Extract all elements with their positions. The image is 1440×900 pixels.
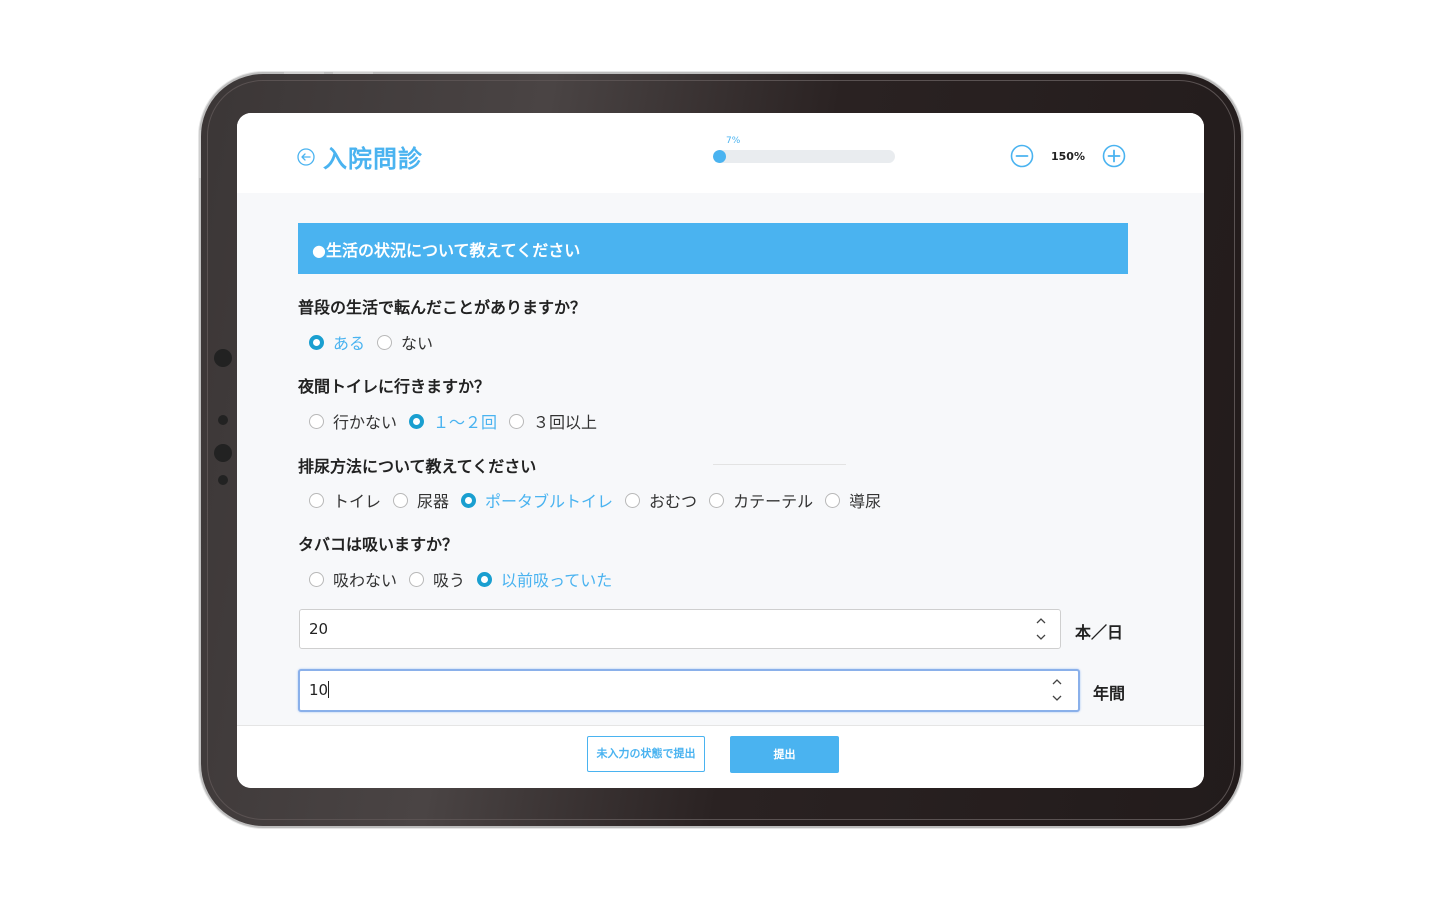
- option-urination-catheter[interactable]: カテーテル: [709, 488, 813, 512]
- option-label: トイレ: [333, 492, 382, 511]
- option-smoking-yes[interactable]: 吸う: [409, 567, 465, 591]
- cigarettes-per-day-value: 20: [309, 620, 329, 638]
- camera-dot-1: [214, 349, 232, 367]
- zoom-level: 150%: [1051, 150, 1085, 163]
- option-night-1-2[interactable]: １～２回: [409, 409, 497, 433]
- section-title: ●生活の状況について教えてください: [312, 241, 581, 260]
- options-night-toilet: 行かない １～２回 ３回以上: [309, 409, 609, 433]
- options-smoking: 吸わない 吸う 以前吸っていた: [309, 567, 624, 591]
- option-label: 吸う: [433, 571, 466, 590]
- years-smoked-value: 10: [309, 681, 330, 699]
- option-night-none[interactable]: 行かない: [309, 409, 397, 433]
- option-night-3plus[interactable]: ３回以上: [509, 409, 597, 433]
- radio-button[interactable]: [309, 571, 324, 587]
- progress-percent: 7%: [726, 136, 741, 146]
- radio-button[interactable]: [477, 571, 493, 587]
- option-label: 行かない: [333, 413, 398, 432]
- question-smoking: タバコは吸いますか？: [298, 535, 459, 554]
- option-urination-catheterization[interactable]: 導尿: [825, 488, 881, 512]
- question-fall: 普段の生活で転んだことがありますか？: [298, 298, 587, 317]
- radio-button[interactable]: [509, 413, 525, 429]
- submit-button[interactable]: 提出: [730, 736, 839, 773]
- tablet-side-button: [199, 130, 201, 178]
- submit-incomplete-button[interactable]: 未入力の状態で提出: [587, 736, 705, 772]
- tablet-top-button-1: [284, 72, 324, 74]
- radio-button[interactable]: [377, 334, 393, 350]
- page-title: 入院問診: [323, 145, 423, 173]
- radio-button[interactable]: [309, 492, 324, 508]
- option-label: 吸わない: [333, 571, 398, 590]
- question-urination: 排尿方法について教えてください: [298, 457, 537, 476]
- options-fall: ある ない: [309, 330, 445, 354]
- back-arrow-icon[interactable]: [297, 148, 315, 166]
- option-urination-portable[interactable]: ポータブルトイレ: [461, 488, 613, 512]
- radio-button[interactable]: [461, 492, 477, 508]
- options-urination: トイレ 尿器 ポータブルトイレ おむつ カテーテル 導尿: [309, 488, 893, 512]
- radio-button[interactable]: [709, 492, 725, 508]
- zoom-in-icon[interactable]: [1102, 144, 1126, 168]
- number-spinner-icon[interactable]: [1050, 673, 1064, 707]
- header: 入院問診 7% 150%: [237, 113, 1204, 193]
- radio-button[interactable]: [625, 492, 641, 508]
- option-label: 尿器: [417, 492, 450, 511]
- option-urination-diaper[interactable]: おむつ: [625, 488, 697, 512]
- radio-button[interactable]: [309, 334, 324, 350]
- per-day-unit: 本／日: [1075, 623, 1124, 642]
- option-label: おむつ: [649, 492, 698, 511]
- option-label: ある: [333, 334, 366, 353]
- radio-button[interactable]: [393, 492, 409, 508]
- text-caret: [328, 681, 330, 698]
- option-urination-urinal[interactable]: 尿器: [393, 488, 449, 512]
- option-label: ない: [401, 334, 434, 353]
- camera-dot-2: [218, 415, 228, 425]
- number-spinner-icon[interactable]: [1034, 612, 1048, 646]
- option-urination-toilet[interactable]: トイレ: [309, 488, 381, 512]
- option-smoking-no[interactable]: 吸わない: [309, 567, 397, 591]
- radio-button[interactable]: [825, 492, 841, 508]
- progress-bar: [713, 150, 895, 163]
- question-night-toilet: 夜間トイレに行きますか？: [298, 377, 491, 396]
- radio-button[interactable]: [409, 413, 425, 429]
- radio-button[interactable]: [409, 571, 425, 587]
- section-banner: ●生活の状況について教えてください: [298, 223, 1128, 274]
- years-smoked-input[interactable]: 10: [298, 669, 1080, 712]
- option-label: ポータブルトイレ: [485, 492, 614, 511]
- radio-button[interactable]: [309, 413, 324, 429]
- option-label: 導尿: [849, 492, 882, 511]
- years-unit: 年間: [1093, 684, 1126, 703]
- option-label: ３回以上: [533, 413, 598, 432]
- footer-bar: 未入力の状態で提出 提出: [237, 725, 1204, 788]
- cigarettes-per-day-input[interactable]: 20: [299, 609, 1061, 649]
- option-label: 以前吸っていた: [501, 571, 613, 590]
- zoom-out-icon[interactable]: [1010, 144, 1034, 168]
- option-label: カテーテル: [733, 492, 814, 511]
- option-fall-yes[interactable]: ある: [309, 330, 365, 354]
- option-label: １～２回: [433, 413, 498, 432]
- app-screen: 入院問診 7% 150% ●生活の状況について教えてください 普段の生活で転んだ…: [237, 113, 1204, 788]
- option-smoking-former[interactable]: 以前吸っていた: [477, 567, 612, 591]
- progress-bar-fill: [713, 150, 726, 163]
- divider: [713, 464, 846, 465]
- tablet-top-button-2: [333, 72, 373, 74]
- camera-dot-3: [214, 444, 232, 462]
- camera-dot-4: [218, 475, 228, 485]
- option-fall-no[interactable]: ない: [377, 330, 433, 354]
